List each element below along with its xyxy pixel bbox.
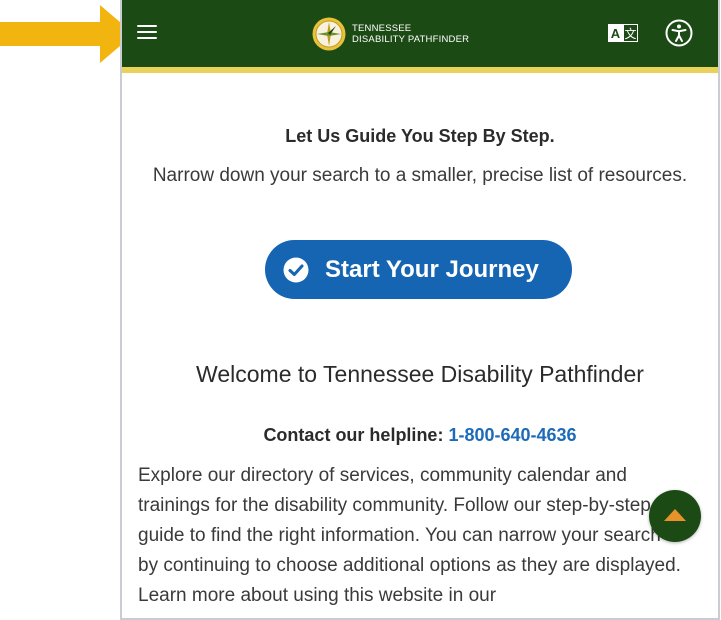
guide-subtitle: Narrow down your search to a smaller, pr… — [152, 165, 688, 186]
arrow-up-icon — [664, 509, 686, 521]
svg-text:A: A — [611, 26, 621, 41]
logo-line-2: DISABILITY PATHFINDER — [352, 34, 470, 45]
guide-heading: Let Us Guide You Step By Step. — [285, 126, 555, 146]
helpline-label: Contact our helpline: — [263, 425, 444, 445]
hamburger-menu-icon[interactable] — [134, 20, 160, 44]
compass-seal-icon — [312, 17, 346, 51]
helpline: Contact our helpline: 1-800-640-4636 — [122, 425, 718, 446]
welcome-heading: Welcome to Tennessee Disability Pathfind… — [196, 361, 644, 387]
svg-text:文: 文 — [624, 26, 636, 41]
helpline-phone-link[interactable]: 1-800-640-4636 — [448, 425, 576, 445]
start-journey-label: Start Your Journey — [325, 255, 539, 283]
start-journey-button[interactable]: Start Your Journey — [265, 240, 572, 299]
logo-line-1: TENNESSEE — [352, 23, 412, 34]
intro-paragraph: Explore our directory of services, commu… — [138, 465, 681, 606]
translate-icon[interactable]: A 文 — [608, 24, 638, 42]
site-header: TENNESSEE DISABILITY PATHFINDER A 文 — [122, 0, 718, 73]
check-circle-icon — [283, 257, 309, 282]
accessibility-icon[interactable] — [665, 19, 693, 47]
scroll-to-top-button[interactable] — [649, 490, 701, 542]
site-logo[interactable]: TENNESSEE DISABILITY PATHFINDER — [312, 16, 469, 52]
mobile-viewport: TENNESSEE DISABILITY PATHFINDER A 文 Let … — [120, 0, 720, 620]
pointer-arrow-icon — [0, 5, 134, 63]
